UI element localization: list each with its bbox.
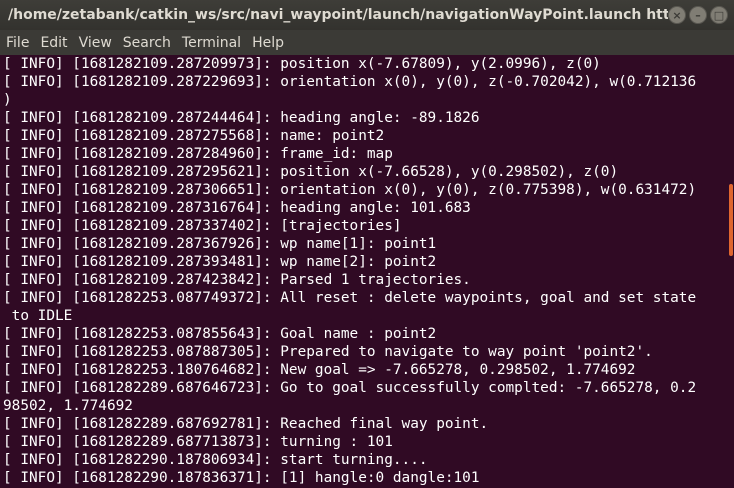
maximize-button[interactable]: □ <box>710 6 728 24</box>
menu-bar: File Edit View Search Terminal Help <box>0 30 734 55</box>
terminal-line: [ INFO] [1681282109.287306651]: orientat… <box>3 182 697 198</box>
minimize-button[interactable]: – <box>689 6 707 24</box>
window-title: /home/zetabank/catkin_ws/src/navi_waypoi… <box>8 7 668 23</box>
terminal-window: /home/zetabank/catkin_ws/src/navi_waypoi… <box>0 0 734 488</box>
terminal-line: [ INFO] [1681282290.187836371]: [1] hang… <box>3 470 480 486</box>
minimize-icon: – <box>695 8 701 22</box>
terminal-line: [ INFO] [1681282289.687692781]: Reached … <box>3 416 489 432</box>
menu-help[interactable]: Help <box>252 35 284 51</box>
terminal-line: [ INFO] [1681282109.287284960]: frame_id… <box>3 146 393 162</box>
terminal-line: [ INFO] [1681282109.287244464]: heading … <box>3 110 480 126</box>
terminal-line: [ INFO] [1681282253.180764682]: New goal… <box>3 362 636 378</box>
terminal-line: [ INFO] [1681282109.287316764]: heading … <box>3 200 471 216</box>
terminal-line: [ INFO] [1681282109.287393481]: wp name[… <box>3 254 437 270</box>
terminal-line: [ INFO] [1681282109.287229693]: orientat… <box>3 74 697 90</box>
menu-search[interactable]: Search <box>123 35 171 51</box>
menu-terminal[interactable]: Terminal <box>182 35 241 51</box>
scrollbar-thumb[interactable] <box>729 184 733 256</box>
terminal-output[interactable]: [ INFO] [1681282109.287209973]: position… <box>0 55 722 488</box>
terminal-line: ) <box>3 92 12 108</box>
menu-file[interactable]: File <box>6 35 29 51</box>
window-controls: × – □ <box>668 6 728 24</box>
terminal-line: [ INFO] [1681282289.687713873]: turning … <box>3 434 393 450</box>
terminal-line: [ INFO] [1681282109.287295621]: position… <box>3 164 619 180</box>
terminal-line: [ INFO] [1681282109.287209973]: position… <box>3 56 601 72</box>
terminal-line: to IDLE <box>3 308 73 324</box>
terminal-line: [ INFO] [1681282109.287423842]: Parsed 1… <box>3 272 471 288</box>
terminal-line: [ INFO] [1681282109.287337402]: [traject… <box>3 218 402 234</box>
scrollbar[interactable] <box>722 55 734 488</box>
terminal-line: [ INFO] [1681282253.087887305]: Prepared… <box>3 344 653 360</box>
terminal-line: [ INFO] [1681282290.187806934]: start tu… <box>3 452 428 468</box>
close-button[interactable]: × <box>668 6 686 24</box>
close-icon: × <box>672 8 682 22</box>
menu-view[interactable]: View <box>79 35 112 51</box>
terminal-line: [ INFO] [1681282109.287275568]: name: po… <box>3 128 385 144</box>
terminal-line: [ INFO] [1681282253.087855643]: Goal nam… <box>3 326 437 342</box>
terminal-line: [ INFO] [1681282253.087749372]: All rese… <box>3 290 697 306</box>
menu-edit[interactable]: Edit <box>40 35 67 51</box>
maximize-icon: □ <box>713 8 725 22</box>
terminal-line: [ INFO] [1681282289.687646723]: Go to go… <box>3 380 697 396</box>
terminal-line: 98502, 1.774692 <box>3 398 133 414</box>
title-bar[interactable]: /home/zetabank/catkin_ws/src/navi_waypoi… <box>0 0 734 30</box>
terminal-line: [ INFO] [1681282109.287367926]: wp name[… <box>3 236 437 252</box>
